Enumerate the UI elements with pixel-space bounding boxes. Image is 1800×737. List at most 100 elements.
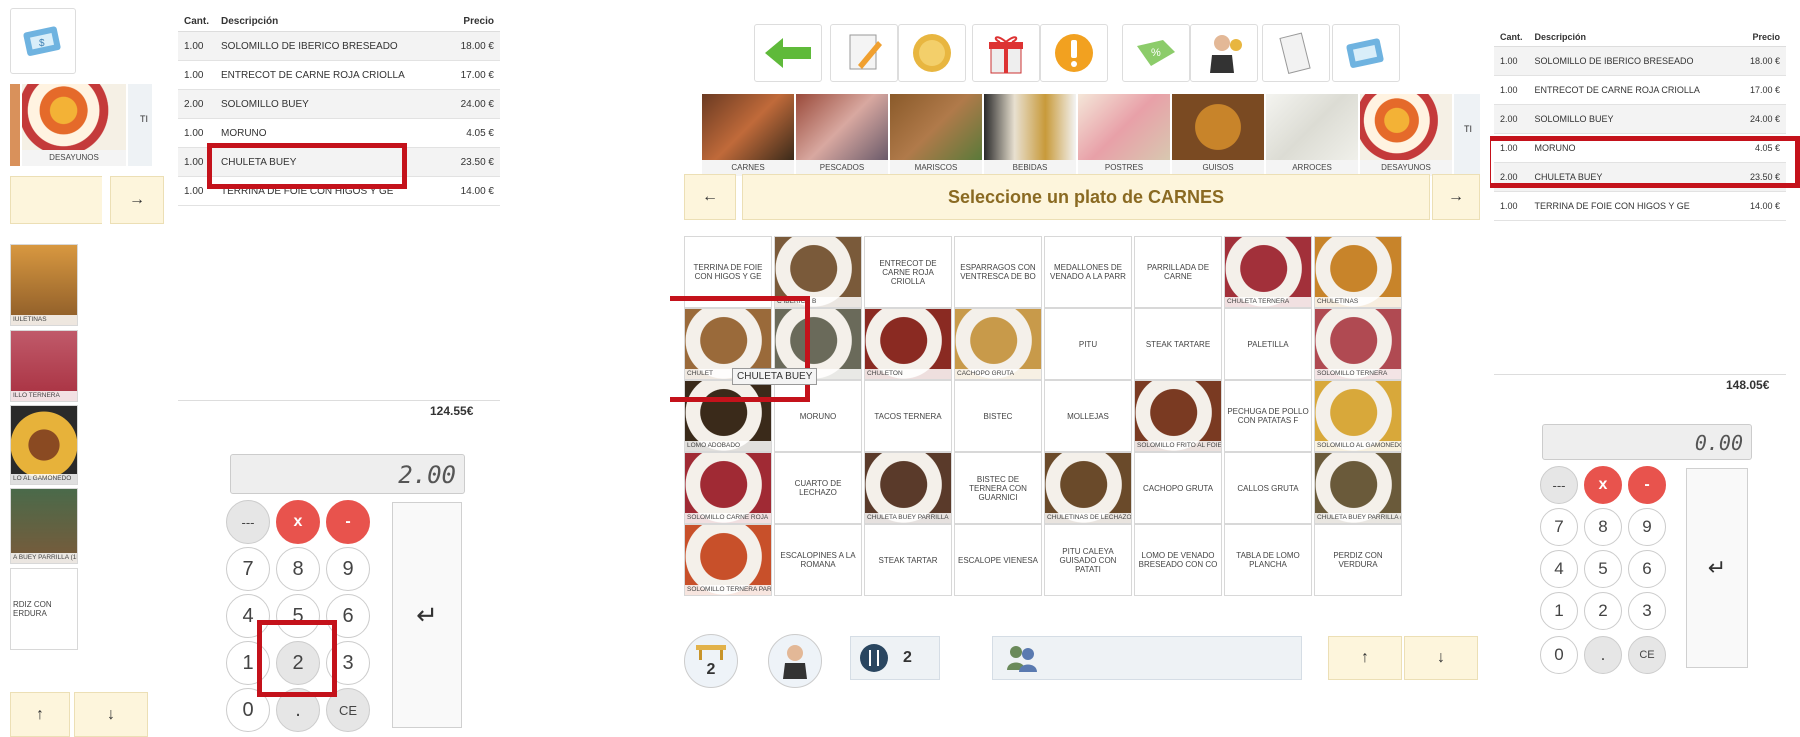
key-6[interactable]: 6 — [1628, 550, 1666, 588]
category-bebidas[interactable]: BEBIDAS — [984, 94, 1076, 176]
key-7[interactable]: 7 — [1540, 508, 1578, 546]
clear-key[interactable]: x — [276, 500, 320, 544]
next-category-button[interactable]: → — [1432, 174, 1480, 220]
dish-button[interactable]: ESCALOPINES A LA ROMANA — [774, 524, 862, 596]
decimal-key[interactable]: . — [1584, 636, 1622, 674]
key-9[interactable]: 9 — [1628, 508, 1666, 546]
dish-button[interactable]: BISTEC DE TERNERA CON GUARNICI — [954, 452, 1042, 524]
category-desayunos[interactable]: DESAYUNOS — [1360, 94, 1452, 176]
dish-button[interactable]: PARRILLADA DE CARNE — [1134, 236, 1222, 308]
next-page-button[interactable]: → — [110, 176, 164, 224]
category-partial-left[interactable] — [10, 84, 20, 166]
dish-button[interactable]: CHULETINAS — [1314, 236, 1402, 308]
dish-button[interactable]: TACOS TERNERA — [864, 380, 952, 452]
dish-perdiz-con-verdura[interactable]: RDIZ CON ERDURA — [10, 568, 78, 650]
order-row[interactable]: 2.00 SOLOMILLO BUEY 24.00 € — [1494, 104, 1786, 134]
dish-button[interactable]: CHULETA BUEY PARRILLA — [864, 452, 952, 524]
waiter-select-button[interactable] — [768, 634, 822, 688]
order-row[interactable]: 1.00 TERRINA DE FOIE CON HIGOS Y GE 14.00 … — [1494, 191, 1786, 221]
calculator-money-button[interactable]: $ — [10, 8, 76, 74]
dish-button[interactable]: ESPARRAGOS CON VENTRESCA DE BO — [954, 236, 1042, 308]
dish-button[interactable]: CUARTO DE LECHAZO — [774, 452, 862, 524]
calculator-money-button[interactable] — [1332, 24, 1400, 82]
enter-key[interactable]: ↵ — [392, 502, 462, 728]
dish-solomillo-ternera[interactable]: ILLO TERNERA — [10, 330, 78, 402]
dish-button[interactable]: SOLOMILLO CARNE ROJA — [684, 452, 772, 524]
order-row[interactable]: 1.00 SOLOMILLO DE IBERICO BRESEADO 18.00 € — [1494, 46, 1786, 76]
dish-button[interactable]: BISTEC — [954, 380, 1042, 452]
category-pescados[interactable]: PESCADOS — [796, 94, 888, 176]
dish-button[interactable]: ESCALOPE VIENESA — [954, 524, 1042, 596]
key-8[interactable]: 8 — [1584, 508, 1622, 546]
dish-chuleta-buey-parrilla[interactable]: A BUEY PARRILLA (1KG) — [10, 488, 78, 564]
key-0[interactable]: 0 — [1540, 636, 1578, 674]
waiter-button[interactable] — [1190, 24, 1258, 82]
scroll-down-button[interactable]: ↓ — [74, 692, 148, 737]
dish-button[interactable]: PERDIZ CON VERDURA — [1314, 524, 1402, 596]
order-row[interactable]: 1.00 ENTRECOT DE CARNE ROJA CRIOLLA 17.00 … — [178, 60, 500, 90]
dish-button[interactable]: MEDALLONES DE VENADO A LA PARR — [1044, 236, 1132, 308]
key-9[interactable]: 9 — [326, 547, 370, 591]
scroll-up-button[interactable]: ↑ — [10, 692, 70, 737]
category-arroces[interactable]: ARROCES — [1266, 94, 1358, 176]
key-2[interactable]: 2 — [1584, 592, 1622, 630]
dish-button[interactable]: CACHOPO GRUTA — [954, 308, 1042, 380]
key-1[interactable]: 1 — [1540, 592, 1578, 630]
gift-button[interactable] — [972, 24, 1040, 82]
order-row[interactable]: 2.00 SOLOMILLO BUEY 24.00 € — [178, 89, 500, 119]
table-button[interactable]: 2 — [684, 634, 738, 688]
dish-button[interactable]: CALLOS GRUTA — [1224, 452, 1312, 524]
key-8[interactable]: 8 — [276, 547, 320, 591]
category-ti[interactable]: TI — [1454, 94, 1480, 176]
dish-button[interactable]: SOLOMILLO TERNERA PAR — [684, 524, 772, 596]
back-button[interactable] — [754, 24, 822, 82]
clear-key[interactable]: x — [1584, 466, 1622, 504]
dish-button[interactable]: STEAK TARTAR — [864, 524, 952, 596]
dash-key[interactable]: --- — [226, 500, 270, 544]
diners-button[interactable]: 2 — [850, 636, 940, 680]
category-desayunos[interactable]: DESAYUNOS — [22, 84, 126, 166]
order-row[interactable]: 1.00 SOLOMILLO DE IBERICO BRESEADO 18.00 € — [178, 31, 500, 61]
dash-key[interactable]: --- — [1540, 466, 1578, 504]
dish-button[interactable]: CHULETINAS DE LECHAZO — [1044, 452, 1132, 524]
category-guisos[interactable]: GUISOS — [1172, 94, 1264, 176]
enter-key[interactable]: ↵ — [1686, 468, 1748, 668]
dish-button[interactable]: PALETILLA — [1224, 308, 1312, 380]
minus-key[interactable]: - — [326, 500, 370, 544]
scroll-up-button[interactable]: ↑ — [1328, 636, 1402, 680]
category-postres[interactable]: POSTRES — [1078, 94, 1170, 176]
dish-button[interactable]: CHULETA BUEY PARRILLA (1KG) — [1314, 452, 1402, 524]
dish-button[interactable]: SOLOMILLO FRITO AL FOIE — [1134, 380, 1222, 452]
ce-key[interactable]: CE — [1628, 636, 1666, 674]
dish-chuletinas[interactable]: IULETINAS — [10, 244, 78, 326]
alert-button[interactable] — [1040, 24, 1108, 82]
category-carnes[interactable]: CARNES — [702, 94, 794, 176]
dish-button[interactable]: TABLA DE LOMO PLANCHA — [1224, 524, 1312, 596]
scroll-down-button[interactable]: ↓ — [1404, 636, 1478, 680]
dish-button[interactable]: CHULETON — [864, 308, 952, 380]
prev-category-button[interactable]: ← — [684, 174, 736, 220]
dish-solomillo-gamonedo[interactable]: LO AL GAMONEDO — [10, 405, 78, 485]
dish-button[interactable]: LOMO DE VENADO BRESEADO CON CO — [1134, 524, 1222, 596]
dish-button[interactable]: SOLOMILLO TERNERA — [1314, 308, 1402, 380]
category-mariscos[interactable]: MARISCOS — [890, 94, 982, 176]
dish-button[interactable]: PITU CALEYA GUISADO CON PATATI — [1044, 524, 1132, 596]
dish-button[interactable]: ENTRECOT DE CARNE ROJA CRIOLLA — [864, 236, 952, 308]
dish-button[interactable]: PITU — [1044, 308, 1132, 380]
discount-coin-button[interactable] — [898, 24, 966, 82]
dish-button[interactable]: PECHUGA DE POLLO CON PATATAS F — [1224, 380, 1312, 452]
customer-field[interactable] — [992, 636, 1302, 680]
dish-button[interactable]: SOLOMILLO AL GAMONEDO — [1314, 380, 1402, 452]
key-5[interactable]: 5 — [1584, 550, 1622, 588]
key-7[interactable]: 7 — [226, 547, 270, 591]
order-row[interactable]: 1.00 ENTRECOT DE CARNE ROJA CRIOLLA 17.00 … — [1494, 75, 1786, 105]
receipt-button[interactable] — [1262, 24, 1330, 82]
dish-button[interactable]: CHULETA TERNERA — [1224, 236, 1312, 308]
discount-tag-button[interactable]: % — [1122, 24, 1190, 82]
dish-button[interactable]: CACHOPO GRUTA — [1134, 452, 1222, 524]
edit-button[interactable] — [830, 24, 898, 82]
category-ti[interactable]: TI — [128, 84, 152, 166]
key-4[interactable]: 4 — [1540, 550, 1578, 588]
dish-button[interactable]: STEAK TARTARE — [1134, 308, 1222, 380]
minus-key[interactable]: - — [1628, 466, 1666, 504]
